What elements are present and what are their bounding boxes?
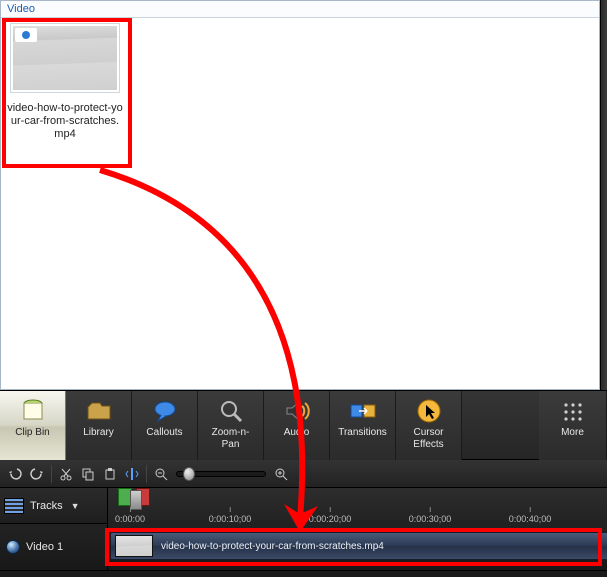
callouts-tab[interactable]: Callouts [132,391,198,461]
clip-bin-header: Video [1,1,599,18]
playhead[interactable] [118,488,178,510]
timeline-controls [0,460,607,488]
zoom-n-pan-label: Zoom-n- Pan [212,427,250,451]
ruler-ticks: 0:00:00 0:00:10;00 0:00:20;00 0:00:30;00… [108,508,607,524]
library-icon [85,397,113,425]
ruler-tick: 0:00:10;00 [209,514,252,524]
paste-button[interactable] [99,464,121,484]
zoom-slider-thumb[interactable] [183,467,195,481]
separator [146,465,147,483]
tracks-menu[interactable]: Tracks ▼ [0,488,108,524]
chevron-down-icon: ▼ [71,501,80,511]
track-name-label: Video 1 [26,541,63,553]
toolbar-spacer [462,391,539,459]
audio-tab[interactable]: Audio [264,391,330,461]
tracks-label: Tracks [30,500,63,512]
ruler-tick: 0:00:20;00 [309,514,352,524]
cut-button[interactable] [55,464,77,484]
cursor-effects-tab[interactable]: Cursor Effects [396,391,462,461]
redo-button[interactable] [26,464,48,484]
panel-right-edge [600,0,607,390]
audio-label: Audio [284,427,310,439]
tracks-grip-icon [4,498,24,514]
clip-bin-panel: Video video-how-to-protect-your-car-from… [0,0,600,390]
visibility-toggle-icon[interactable] [6,540,20,554]
clip-bin-label: Clip Bin [15,427,49,439]
undo-button[interactable] [4,464,26,484]
bottom-edge [0,570,607,577]
clip-filename-label: video-how-to-protect-your-car-from-scrat… [7,102,123,141]
split-button[interactable] [121,464,143,484]
more-tab[interactable]: More [539,391,607,461]
clip-bin-item[interactable]: video-how-to-protect-your-car-from-scrat… [7,23,123,141]
track-body[interactable]: video-how-to-protect-your-car-from-scrat… [108,524,607,570]
cursor-effects-label: Cursor Effects [413,427,443,451]
zoom-out-button[interactable] [150,464,172,484]
library-tab[interactable]: Library [66,391,132,461]
callouts-icon [151,397,179,425]
timeline-track-row: Video 1 video-how-to-protect-your-car-fr… [0,524,607,570]
timeline-header: Tracks ▼ 0:00:00 0:00:10;00 0:00:20;00 0… [0,488,607,524]
clip-bin-icon [19,397,47,425]
clip-mini-thumbnail [115,535,153,557]
clip-bin-tab[interactable]: Clip Bin [0,391,66,461]
transitions-label: Transitions [338,427,387,439]
zoom-n-pan-tab[interactable]: Zoom-n- Pan [198,391,264,461]
cursor-icon [415,397,443,425]
zoom-icon [217,397,245,425]
more-label: More [561,427,584,439]
copy-button[interactable] [77,464,99,484]
timeline-clip-label: video-how-to-protect-your-car-from-scrat… [161,541,384,552]
timeline-clip[interactable]: video-how-to-protect-your-car-from-scrat… [110,532,607,560]
ruler-tick: 0:00:00 [115,514,145,524]
transitions-icon [349,397,377,425]
audio-icon [283,397,311,425]
ruler-tick: 0:00:40;00 [509,514,552,524]
library-label: Library [83,427,114,439]
tools-toolbar: Clip Bin Library Callouts Zoom-n- Pan Au… [0,390,607,460]
more-icon [559,397,587,425]
callouts-label: Callouts [146,427,182,439]
logo-badge-icon [15,28,37,42]
timeline-ruler[interactable]: 0:00:00 0:00:10;00 0:00:20;00 0:00:30;00… [108,488,607,524]
transitions-tab[interactable]: Transitions [330,391,396,461]
separator [51,465,52,483]
playhead-handle-icon[interactable] [130,490,142,510]
clip-thumbnail[interactable] [10,23,120,93]
zoom-in-button[interactable] [270,464,292,484]
track-header[interactable]: Video 1 [0,524,108,570]
zoom-slider[interactable] [176,471,266,477]
ruler-tick: 0:00:30;00 [409,514,452,524]
